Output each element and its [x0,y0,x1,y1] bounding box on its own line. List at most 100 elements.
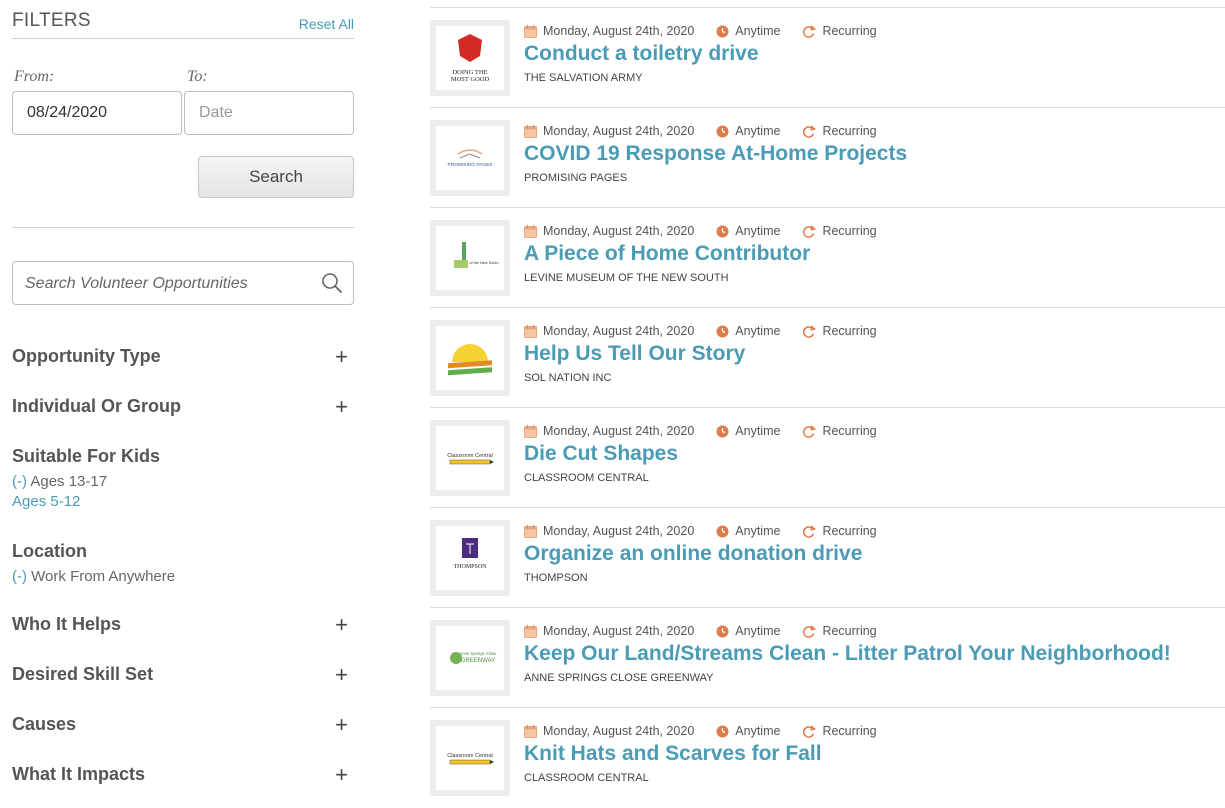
remove-filter-link[interactable]: (-) [12,568,27,585]
opportunity-time: Anytime [735,24,781,38]
recurring-icon [803,324,817,338]
recurrence-meta: Recurring [802,224,877,238]
calendar-icon [524,524,537,538]
opportunity-date: Monday, August 24th, 2020 [543,424,695,438]
opportunity-meta: Monday, August 24th, 2020 Anytime Recurr… [524,524,899,538]
facet-who-it-helps[interactable]: Who It Helps + [12,612,354,638]
to-date-input[interactable] [184,91,354,135]
time-meta: Anytime [716,224,780,238]
recurring-icon [803,24,817,38]
opportunity-date: Monday, August 24th, 2020 [543,124,695,138]
facet-options: (-) Work From Anywhere [12,567,354,587]
opportunity-meta: Monday, August 24th, 2020 Anytime Recurr… [524,424,899,438]
opportunity-title-link[interactable]: A Piece of Home Contributor [524,242,810,266]
opportunity-date: Monday, August 24th, 2020 [543,324,695,338]
opportunity-row: Classroom Central Monday, August 24th, 2… [430,707,1225,808]
svg-text:Classroom Central: Classroom Central [447,453,493,459]
calendar-icon [524,324,537,338]
opportunity-title-link[interactable]: Conduct a toiletry drive [524,42,759,66]
opportunity-org: THE SALVATION ARMY [524,72,643,84]
opportunity-recurrence: Recurring [822,124,877,138]
time-meta: Anytime [716,524,780,538]
org-logo[interactable]: of the New South [430,220,510,296]
time-meta: Anytime [716,624,780,638]
expand-plus-icon[interactable]: + [335,762,348,788]
facet-desired-skill-set[interactable]: Desired Skill Set + [12,662,354,688]
clock-icon [716,125,729,137]
svg-text:MOST GOOD: MOST GOOD [451,76,490,83]
opportunity-meta: Monday, August 24th, 2020 Anytime Recurr… [524,24,899,38]
recurring-icon [803,524,817,538]
recurrence-meta: Recurring [802,124,877,138]
search-opportunities-box[interactable] [12,261,354,306]
recurrence-meta: Recurring [802,324,877,338]
remove-filter-link[interactable]: (-) [12,473,27,490]
expand-plus-icon[interactable]: + [335,712,348,738]
opportunity-recurrence: Recurring [822,724,877,738]
expand-plus-icon[interactable]: + [335,394,348,420]
org-logo-image [436,326,504,390]
svg-text:THOMPSON: THOMPSON [453,564,487,570]
facet-what-it-impacts[interactable]: What It Impacts + [12,762,354,788]
opportunity-time: Anytime [735,424,781,438]
facet-individual-or-group[interactable]: Individual Or Group + [12,394,354,420]
opportunity-row: Monday, August 24th, 2020 Anytime Recurr… [430,307,1225,408]
date-meta: Monday, August 24th, 2020 [524,324,694,338]
clock-icon [716,225,729,237]
selected-option-ages-13-17[interactable]: (-) Ages 13-17 [12,472,354,492]
to-label: To: [187,68,208,85]
opportunity-recurrence: Recurring [822,24,877,38]
clock-icon [716,725,729,737]
org-logo[interactable]: THOMPSON [430,520,510,596]
opportunity-recurrence: Recurring [822,224,877,238]
opportunity-meta: Monday, August 24th, 2020 Anytime Recurr… [524,324,899,338]
org-logo[interactable]: Classroom Central [430,420,510,496]
reset-all-link[interactable]: Reset All [299,16,354,32]
facet-suitable-for-kids: Suitable For Kids (-) Ages 13-17 Ages 5-… [12,446,354,512]
org-logo[interactable]: Anne Springs Close GREENWAY [430,620,510,696]
facet-title: Location [12,541,87,561]
opportunity-title-link[interactable]: Help Us Tell Our Story [524,342,745,366]
opportunity-title-link[interactable]: Organize an online donation drive [524,542,862,566]
recurrence-meta: Recurring [802,524,877,538]
from-date-input[interactable] [12,91,182,135]
calendar-icon [524,724,537,738]
opportunity-title-link[interactable]: Die Cut Shapes [524,442,678,466]
expand-plus-icon[interactable]: + [335,612,348,638]
org-logo-image: PROMISING PAGES [436,126,504,190]
clock-icon [716,325,729,337]
opportunity-title-link[interactable]: Knit Hats and Scarves for Fall [524,742,822,766]
clock-icon [716,525,729,537]
opportunity-meta: Monday, August 24th, 2020 Anytime Recurr… [524,224,899,238]
opportunity-title-link[interactable]: COVID 19 Response At-Home Projects [524,142,907,166]
svg-text:GREENWAY: GREENWAY [461,658,495,664]
opportunity-meta: Monday, August 24th, 2020 Anytime Recurr… [524,724,899,738]
option-ages-5-12[interactable]: Ages 5-12 [12,492,354,512]
org-logo[interactable]: PROMISING PAGES [430,120,510,196]
org-logo[interactable]: Classroom Central [430,720,510,796]
org-logo[interactable]: DOING THE MOST GOOD [430,20,510,96]
opportunity-meta: Monday, August 24th, 2020 Anytime Recurr… [524,124,899,138]
opportunity-row: DOING THE MOST GOOD Monday, August 24th, … [430,7,1225,108]
facet-opportunity-type[interactable]: Opportunity Type + [12,344,354,370]
opportunity-recurrence: Recurring [822,324,877,338]
search-button[interactable]: Search [198,156,354,198]
org-logo-image: Anne Springs Close GREENWAY [436,626,504,690]
search-icon[interactable] [321,272,343,294]
search-opportunities-input[interactable] [23,262,317,306]
clock-icon [716,425,729,437]
org-logo-image: of the New South [436,226,504,290]
date-meta: Monday, August 24th, 2020 [524,224,694,238]
expand-plus-icon[interactable]: + [335,662,348,688]
opportunity-title-link[interactable]: Keep Our Land/Streams Clean - Litter Pat… [524,642,1171,666]
recurring-icon [803,124,817,138]
facet-title: Who It Helps [12,614,121,634]
facet-causes[interactable]: Causes + [12,712,354,738]
sidebar-divider [12,227,354,228]
selected-option-work-from-anywhere[interactable]: (-) Work From Anywhere [12,567,354,587]
opportunity-time: Anytime [735,624,781,638]
opportunity-org: THOMPSON [524,572,588,584]
org-logo[interactable] [430,320,510,396]
opportunity-org: SOL NATION INC [524,372,612,384]
expand-plus-icon[interactable]: + [335,344,348,370]
